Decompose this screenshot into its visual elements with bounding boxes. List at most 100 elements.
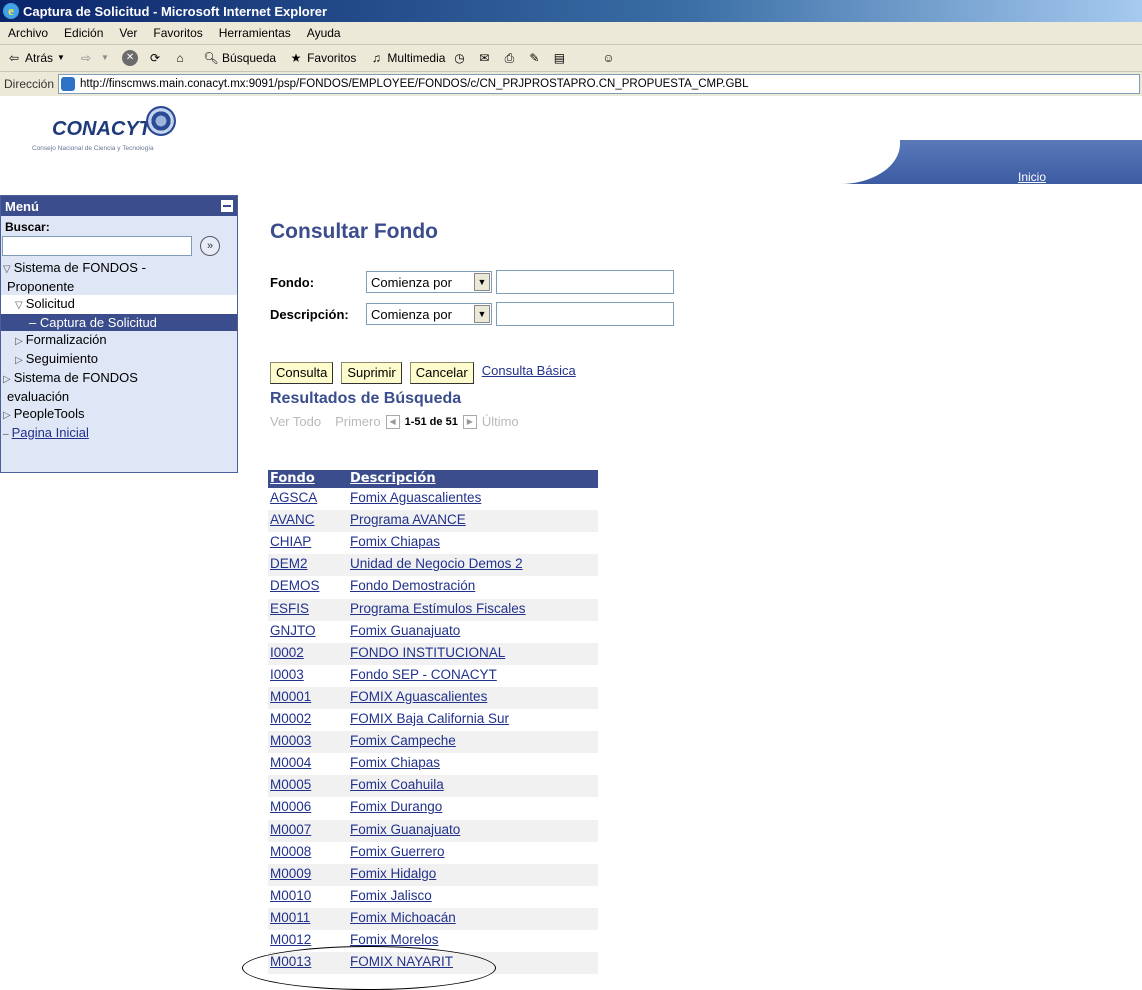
fondo-code-link[interactable]: M0003 [270, 733, 311, 748]
fondo-description-link[interactable]: Fomix Guerrero [350, 844, 445, 859]
fondo-description-link[interactable]: Fomix Campeche [350, 733, 456, 748]
forward-button[interactable]: ⇨ ▼ [78, 50, 116, 66]
menu-ayuda[interactable]: Ayuda [299, 26, 349, 40]
consulta-button[interactable]: Consulta [270, 362, 334, 384]
back-button[interactable]: ⇦ Atrás ▼ [6, 50, 72, 66]
collapse-icon[interactable] [221, 200, 233, 212]
suprimir-button[interactable]: Suprimir [341, 362, 402, 384]
previous-icon[interactable]: ◀ [385, 414, 400, 429]
history-icon[interactable]: ◷ [451, 50, 467, 66]
fondo-description-link[interactable]: Programa Estímulos Fiscales [350, 601, 526, 616]
fondo-code-link[interactable]: AGSCA [270, 490, 317, 505]
home-icon[interactable]: ⌂ [172, 50, 188, 66]
fondo-description-link[interactable]: Fomix Jalisco [350, 888, 432, 903]
fondo-description-link[interactable]: Fomix Coahuila [350, 777, 444, 792]
menu-item-peopletools[interactable]: ▷ PeopleTools [1, 405, 237, 424]
discuss-icon[interactable]: ▤ [551, 50, 567, 66]
ver-todo-link[interactable]: Ver Todo [270, 414, 321, 429]
menu-search-go-icon[interactable]: » [200, 236, 220, 256]
conacyt-logo[interactable]: CONACYT Consejo Nacional de Ciencia y Te… [32, 104, 222, 154]
results-count: 1-51 de 51 [404, 415, 458, 428]
search-button[interactable]: 🔍︎ Búsqueda [203, 50, 276, 66]
fondo-code-link[interactable]: M0001 [270, 689, 311, 704]
fondo-code-link[interactable]: AVANC [270, 512, 315, 527]
messenger-icon[interactable]: ☺ [600, 50, 616, 66]
menu-search-input[interactable] [2, 236, 192, 256]
fondo-code-link[interactable]: M0011 [270, 910, 310, 925]
fondo-description-link[interactable]: Fomix Chiapas [350, 755, 440, 770]
media-button[interactable]: ♫ Multimedia [368, 50, 446, 66]
fondo-description-link[interactable]: Fomix Guanajuato [350, 822, 460, 837]
fondo-code-link[interactable]: M0009 [270, 866, 311, 881]
fondo-code-link[interactable]: M0002 [270, 711, 311, 726]
menu-item-captura-de-solicitud[interactable]: – Captura de Solicitud [1, 314, 237, 331]
fondo-operator-select[interactable]: Comienza por ▼ [366, 271, 492, 293]
refresh-icon[interactable]: ⟳ [147, 50, 163, 66]
fondo-description-link[interactable]: Fomix Hidalgo [350, 866, 436, 881]
fondo-code-link[interactable]: M0008 [270, 844, 311, 859]
home-link[interactable]: Inicio [1018, 170, 1046, 184]
fondo-description-link[interactable]: FOMIX Aguascalientes [350, 689, 487, 704]
fondo-description-link[interactable]: Fomix Michoacán [350, 910, 456, 925]
print-icon[interactable]: ⎙ [501, 50, 517, 66]
highlight-circle-annotation [242, 946, 496, 990]
menu-item-sistema-fondos-evaluacion[interactable]: ▷ Sistema de FONDOS [1, 369, 237, 388]
fondo-code-link[interactable]: M0004 [270, 755, 311, 770]
fondo-description-link[interactable]: Fomix Durango [350, 799, 442, 814]
favorites-button[interactable]: ★ Favoritos [288, 50, 357, 66]
fondo-description-link[interactable]: Programa AVANCE [350, 512, 466, 527]
menu-item-formalizacion[interactable]: ▷ Formalización [1, 331, 237, 350]
fondo-description-link[interactable]: Fomix Guanajuato [350, 623, 460, 638]
menu-item-pagina-inicial[interactable]: – Pagina Inicial [1, 424, 237, 443]
fondo-code-link[interactable]: DEM2 [270, 556, 308, 571]
menu-item-proponente-cont[interactable]: Proponente [1, 278, 237, 295]
fondo-description-link[interactable]: Fondo Demostración [350, 578, 475, 593]
fondo-code-link[interactable]: I0003 [270, 667, 304, 682]
menu-ver[interactable]: Ver [111, 26, 145, 40]
consulta-basica-link[interactable]: Consulta Básica [482, 363, 576, 378]
menu-edicion[interactable]: Edición [56, 26, 111, 40]
fondo-code-link[interactable]: M0006 [270, 799, 311, 814]
fondo-code-link[interactable]: GNJTO [270, 623, 316, 638]
menu-herramientas[interactable]: Herramientas [211, 26, 299, 40]
menu-item-evaluacion-cont[interactable]: evaluación [1, 388, 237, 405]
fondo-code-link[interactable]: M0005 [270, 777, 311, 792]
primero-link[interactable]: Primero [335, 414, 381, 429]
edit-icon[interactable]: ✎ [526, 50, 542, 66]
descripcion-operator-select[interactable]: Comienza por ▼ [366, 303, 492, 325]
dropdown-arrow-icon[interactable]: ▼ [53, 50, 69, 66]
menu-archivo[interactable]: Archivo [0, 26, 56, 40]
fondo-code-link[interactable]: M0010 [270, 888, 311, 903]
fondo-description-link[interactable]: Fomix Morelos [350, 932, 439, 947]
mail-icon[interactable]: ✉ [476, 50, 492, 66]
fondo-code-link[interactable]: CHIAP [270, 534, 311, 549]
fondo-code-link[interactable]: DEMOS [270, 578, 320, 593]
fondo-input[interactable] [496, 270, 674, 294]
column-header-fondo[interactable]: Fondo [270, 470, 315, 488]
fondo-code-link[interactable]: M0012 [270, 932, 311, 947]
column-header-descripcion[interactable]: Descripción [350, 470, 436, 488]
cancelar-button[interactable]: Cancelar [409, 362, 474, 384]
fondo-description-link[interactable]: FOMIX Baja California Sur [350, 711, 509, 726]
stop-icon[interactable]: ✕ [122, 50, 139, 66]
menu-item-solicitud[interactable]: ▽ Solicitud [1, 295, 237, 314]
fondo-code-link[interactable]: M0007 [270, 822, 311, 837]
address-input[interactable]: http://finscmws.main.conacyt.mx:9091/psp… [58, 74, 1140, 94]
fondo-description-link[interactable]: FONDO INSTITUCIONAL [350, 645, 505, 660]
menu-item-sistema-fondos-proponente[interactable]: ▽ Sistema de FONDOS - [1, 259, 237, 278]
descripcion-input[interactable] [496, 302, 674, 326]
table-row: M0002 FOMIX Baja California Sur [268, 709, 598, 731]
fondo-code-link[interactable]: ESFIS [270, 601, 309, 616]
menu-item-seguimiento[interactable]: ▷ Seguimiento [1, 350, 237, 369]
menu-favoritos[interactable]: Favoritos [145, 26, 210, 40]
table-row: I0002 FONDO INSTITUCIONAL [268, 642, 598, 665]
fondo-description-link[interactable]: Unidad de Negocio Demos 2 [350, 556, 523, 571]
ultimo-link[interactable]: Último [482, 414, 519, 429]
fondo-description-link[interactable]: Fondo SEP - CONACYT [350, 667, 497, 682]
fondo-description-link[interactable]: Fomix Chiapas [350, 534, 440, 549]
dropdown-arrow-icon[interactable]: ▼ [97, 50, 113, 66]
table-row: DEMOS Fondo Demostración [268, 576, 598, 598]
fondo-code-link[interactable]: I0002 [270, 645, 304, 660]
fondo-description-link[interactable]: Fomix Aguascalientes [350, 490, 481, 505]
next-icon[interactable]: ▶ [462, 414, 477, 429]
